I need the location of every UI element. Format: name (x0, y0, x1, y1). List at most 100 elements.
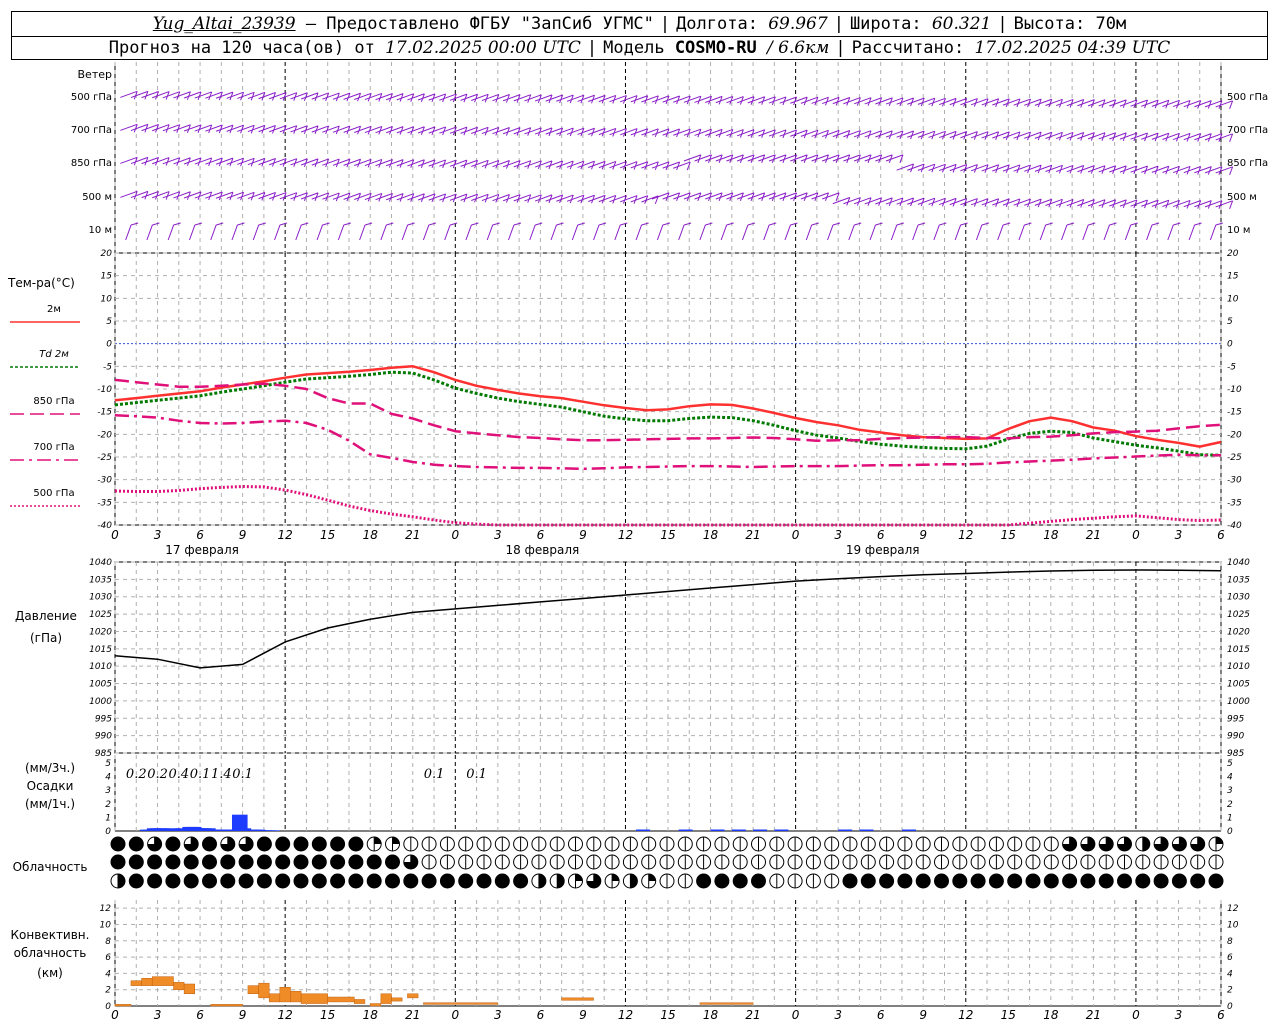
precip-ytick-left: 3 (105, 786, 111, 796)
wind-barb-shaft (465, 224, 472, 241)
cloud-cover-fill (1216, 837, 1223, 844)
wind-barb-flag (428, 222, 437, 226)
wind-barb-flag (854, 222, 862, 226)
precip-ytick-left: 0 (105, 827, 111, 837)
time-tick-label-bottom: 6 (877, 1008, 885, 1022)
precip-bar-trace (859, 829, 874, 831)
time-tick-label: 18 (703, 528, 719, 542)
pressure-ytick-right: 990 (1227, 732, 1244, 742)
wind-barb-shaft (231, 224, 238, 241)
pressure-ytick-right: 1000 (1227, 697, 1250, 707)
conv-cloud-bar (423, 1002, 499, 1005)
wind-barb-flag (1066, 222, 1075, 226)
wind-barb-flag (811, 222, 819, 226)
conv-cloud-bar (130, 980, 142, 986)
temp-ytick-right: -5 (1227, 362, 1236, 372)
wind-barb-flag (322, 222, 330, 226)
time-tick-label: 12 (958, 528, 973, 542)
conv-cloud-bar (561, 997, 594, 1001)
time-tick-label-bottom: 9 (579, 1008, 587, 1022)
wind-barb-shaft (337, 224, 345, 241)
wind-barb-flag (492, 222, 500, 226)
precip-ytick-right: 5 (1227, 759, 1233, 769)
time-tick-label: 9 (919, 528, 927, 542)
time-tick-label-bottom: 15 (660, 1008, 675, 1022)
wind-barb-flag (683, 222, 692, 226)
precip-ytick-left: 4 (105, 773, 111, 783)
time-tick-label-bottom: 21 (405, 1008, 420, 1022)
wind-barb-flag (450, 222, 458, 226)
wind-barb-shaft (593, 224, 600, 241)
wind-barb-flag (1088, 222, 1096, 226)
precip-bar (263, 830, 280, 831)
conv-cloud-bar (151, 976, 174, 986)
wind-barb-shaft (827, 224, 834, 241)
wind-level-label-right: 500 гПа (1227, 92, 1268, 103)
time-tick-label-bottom: 0 (792, 1008, 800, 1022)
time-tick-label: 9 (239, 528, 247, 542)
precip-3h-amount: 0.1 (190, 767, 211, 782)
wind-barb-shaft (210, 224, 217, 241)
temp-ytick-left: -10 (97, 385, 112, 395)
wind-barb-flag (407, 222, 415, 226)
time-tick-label-bottom: 15 (1001, 1008, 1016, 1022)
wind-barb-flag (1003, 222, 1011, 226)
precip-ytick-right: 2 (1227, 800, 1233, 810)
time-tick-label: 3 (1175, 528, 1183, 542)
conv-cloud-bar (699, 1002, 754, 1005)
temp-ytick-right: -40 (1227, 521, 1242, 531)
wind-barb-flag (769, 222, 777, 226)
pressure-ytick-left: 1040 (89, 558, 112, 568)
cloud-cover-fill (1142, 837, 1150, 852)
wind-barb-shaft (401, 224, 409, 241)
wind-barb-flag (726, 222, 734, 226)
precip-3h-amount: 0.1 (424, 767, 445, 782)
cloud-title: Облачность (13, 860, 88, 874)
precip-ytick-left: 5 (105, 759, 111, 769)
wind-barb-flag (705, 222, 713, 226)
time-tick-label: 3 (494, 528, 502, 542)
wind-barb-shaft (975, 224, 983, 241)
wind-barb-shaft (550, 224, 557, 241)
pressure-ytick-right: 1020 (1227, 627, 1250, 637)
wind-barb-flag (386, 222, 394, 226)
wind-barb-shaft (997, 224, 1004, 241)
time-tick-label: 0 (1132, 528, 1140, 542)
precip-bar-trace (838, 829, 853, 831)
pressure-ytick-right: 1010 (1227, 662, 1250, 672)
conv-ytick-right: 12 (1227, 904, 1239, 914)
conv-ytick-left: 12 (100, 904, 112, 914)
temp-ytick-left: -40 (97, 521, 112, 531)
wind-barb-shaft (784, 224, 791, 241)
wind-barb-flag (513, 222, 522, 226)
time-tick-label-bottom: 21 (1086, 1008, 1101, 1022)
conv-cloud-bar (290, 991, 302, 1003)
wind-barb-flag (598, 222, 607, 226)
precip-3h-amount: 0.1 (466, 767, 487, 782)
meteogram-chart: Ветер 500 гПа 500 гПа 700 гПа 700 гПа 850 гПа… (7, 62, 1268, 1022)
wind-barb-flag (343, 222, 351, 226)
wind-barb-flag (1173, 222, 1181, 226)
wind-barb-flag (1045, 222, 1053, 226)
cloud-cover-fill (557, 874, 565, 888)
temp-ytick-left: -35 (97, 498, 112, 508)
wind-barb-flag (1151, 222, 1160, 226)
precip-3h-amount: 0.2 (147, 767, 168, 782)
wind-barb-shaft (1039, 224, 1047, 241)
cloud-cover-fill (648, 874, 656, 881)
pressure-ytick-left: 1025 (89, 610, 112, 620)
time-tick-label: 0 (792, 528, 800, 542)
pressure-ytick-left: 1035 (89, 575, 112, 585)
precip-ytick-right: 1 (1227, 813, 1233, 823)
pressure-unit: (гПа) (30, 631, 62, 645)
wind-barb-flag (535, 222, 543, 226)
wind-barb-shaft (699, 224, 706, 241)
time-tick-label-bottom: 3 (154, 1008, 162, 1022)
wind-barb-shaft (912, 224, 919, 241)
wind-barb-shaft (359, 224, 366, 241)
wind-level-label-right: 700 гПа (1227, 125, 1268, 136)
wind-barb-shaft (252, 224, 260, 241)
wind-level-label: 850 гПа (71, 158, 112, 169)
pressure-ytick-right: 995 (1227, 714, 1244, 724)
wind-barb-shaft (508, 224, 515, 241)
